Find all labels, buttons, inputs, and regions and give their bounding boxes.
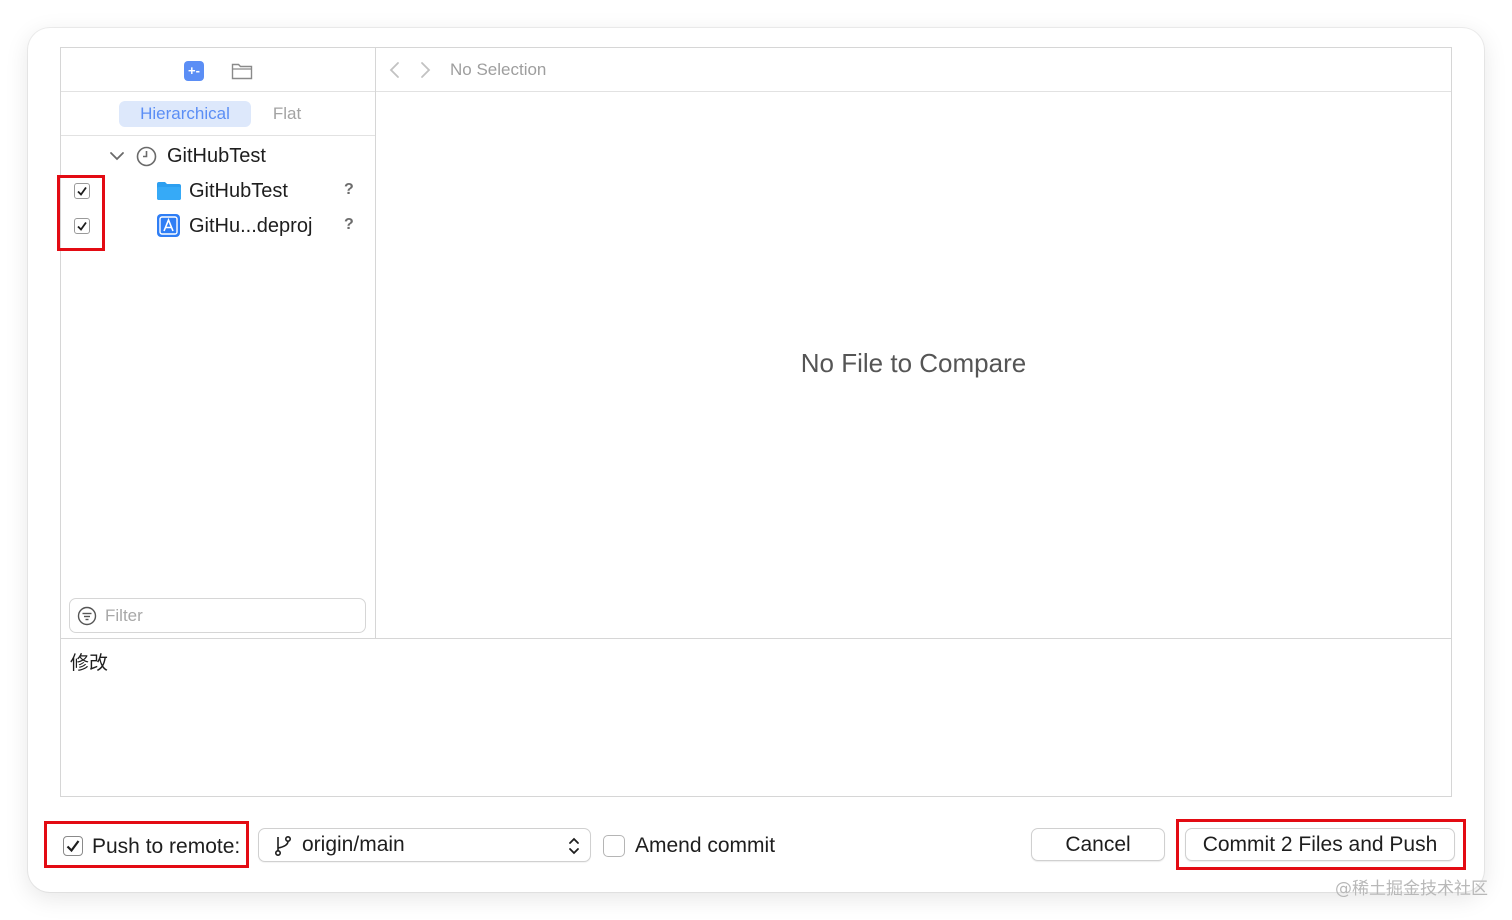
- push-to-remote-label: Push to remote:: [92, 835, 241, 858]
- watermark: @稀土掘金技术社区: [1335, 879, 1488, 899]
- filter-icon: [77, 606, 97, 626]
- untracked-status: ?: [344, 216, 354, 233]
- segment-flat[interactable]: Flat: [263, 101, 311, 127]
- filter-field[interactable]: Filter: [69, 598, 366, 633]
- folder-outline-icon[interactable]: [231, 61, 253, 81]
- tree-item-label: GitHu...deproj: [189, 215, 313, 237]
- xcode-project-icon: [157, 214, 180, 237]
- cancel-button[interactable]: Cancel: [1031, 828, 1165, 861]
- changes-sidebar: +- Hierarchical Flat GitHubTest GitHubTe…: [57, 48, 376, 638]
- filter-placeholder: Filter: [105, 606, 143, 625]
- checkbox-highlight-box: [57, 175, 105, 251]
- empty-state-message: No File to Compare: [800, 348, 1027, 378]
- commit-and-push-button[interactable]: Commit 2 Files and Push: [1185, 828, 1455, 861]
- updown-chevron-icon: [569, 837, 579, 855]
- chevron-left-icon[interactable]: [388, 61, 402, 79]
- tree-item-row[interactable]: GitHubTest ?: [61, 174, 375, 208]
- tree-item-row[interactable]: GitHu...deproj ?: [61, 209, 375, 243]
- changes-toggle-icon[interactable]: +-: [184, 61, 204, 81]
- amend-commit-checkbox[interactable]: [603, 835, 625, 857]
- compare-pane: No Selection No File to Compare: [376, 48, 1451, 638]
- push-to-remote-checkbox[interactable]: [63, 836, 83, 856]
- amend-commit-label: Amend commit: [635, 834, 776, 857]
- branch-value: origin/main: [302, 833, 405, 856]
- commit-panel: +- Hierarchical Flat GitHubTest GitHubTe…: [57, 47, 1452, 797]
- sidebar-toolbar: +-: [61, 48, 375, 92]
- view-mode-segment: Hierarchical Flat: [61, 92, 375, 136]
- segment-hierarchical[interactable]: Hierarchical: [119, 101, 251, 127]
- jump-bar: No Selection: [376, 48, 1451, 92]
- folder-icon: [157, 182, 181, 200]
- tree-root-row[interactable]: GitHubTest: [61, 139, 375, 173]
- breadcrumb: No Selection: [450, 60, 547, 79]
- commit-highlight-box: Commit 2 Files and Push: [1176, 819, 1466, 870]
- branch-icon: [274, 835, 292, 857]
- remote-branch-select[interactable]: origin/main: [258, 828, 591, 862]
- clock-icon: [136, 146, 157, 167]
- commit-message-text: 修改: [70, 652, 109, 674]
- tree-item-label: GitHubTest: [189, 180, 288, 202]
- commit-message-field[interactable]: 修改: [61, 638, 1451, 796]
- tree-root-label: GitHubTest: [167, 145, 266, 167]
- push-highlight-box: Push to remote:: [44, 821, 249, 868]
- untracked-status: ?: [344, 181, 354, 198]
- chevron-down-icon[interactable]: [109, 148, 125, 164]
- chevron-right-icon[interactable]: [418, 61, 432, 79]
